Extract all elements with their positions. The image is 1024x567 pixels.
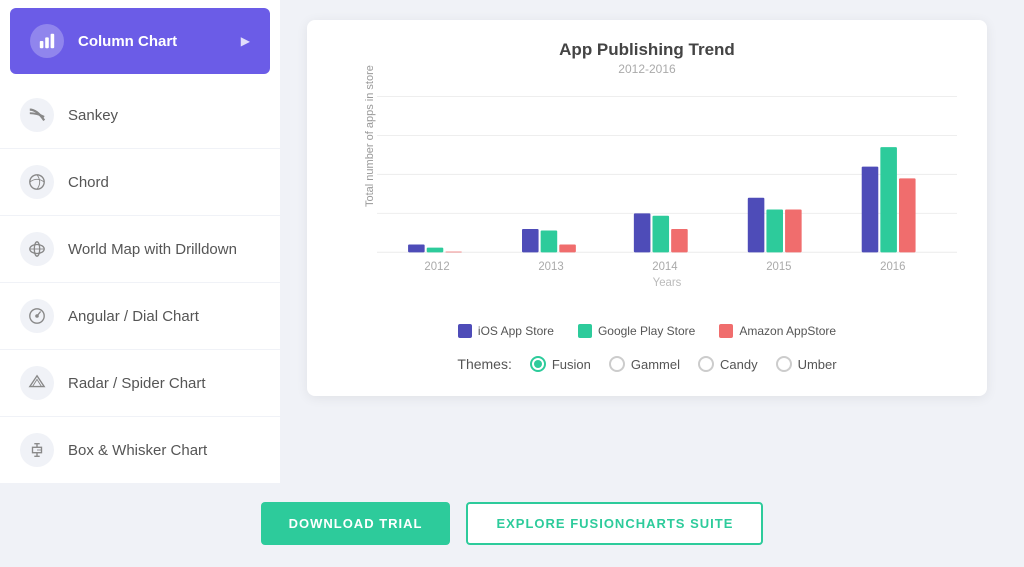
legend-label-amazon: Amazon AppStore xyxy=(739,324,836,338)
legend-google: Google Play Store xyxy=(578,324,695,338)
chart-inner: 2M 1.5M 1M 500K 0 xyxy=(377,86,957,286)
theme-umber[interactable]: Umber xyxy=(776,356,837,372)
theme-fusion-label: Fusion xyxy=(552,357,591,372)
themes-row: Themes: Fusion Gammel Candy xyxy=(337,356,957,372)
svg-text:2016: 2016 xyxy=(880,261,905,273)
sidebar: Column Chart ▶ Sankey Chord xyxy=(0,0,280,484)
bar-chart-icon xyxy=(30,24,64,58)
svg-text:Years: Years xyxy=(653,277,682,286)
sidebar-item-angular-dial-label: Angular / Dial Chart xyxy=(68,308,199,325)
theme-gammel-radio[interactable] xyxy=(609,356,625,372)
theme-fusion-radio[interactable] xyxy=(530,356,546,372)
radar-icon xyxy=(20,366,54,400)
svg-text:2013: 2013 xyxy=(538,261,563,273)
sidebar-item-chord[interactable]: Chord xyxy=(0,149,280,216)
theme-gammel-label: Gammel xyxy=(631,357,680,372)
sidebar-item-sankey-label: Sankey xyxy=(68,107,118,124)
theme-fusion[interactable]: Fusion xyxy=(530,356,591,372)
sidebar-item-radar[interactable]: Radar / Spider Chart xyxy=(0,350,280,417)
sidebar-item-angular-dial[interactable]: Angular / Dial Chart xyxy=(0,283,280,350)
legend-label-ios: iOS App Store xyxy=(478,324,554,338)
chord-icon xyxy=(20,165,54,199)
sidebar-item-column-chart[interactable]: Column Chart ▶ xyxy=(10,8,270,74)
legend-color-google xyxy=(578,324,592,338)
chart-card: App Publishing Trend 2012-2016 Total num… xyxy=(307,20,987,396)
sidebar-item-chord-label: Chord xyxy=(68,174,109,191)
legend-label-google: Google Play Store xyxy=(598,324,695,338)
dial-icon xyxy=(20,299,54,333)
map-icon xyxy=(20,232,54,266)
sidebar-item-world-map-label: World Map with Drilldown xyxy=(68,241,237,258)
sidebar-item-sankey[interactable]: Sankey xyxy=(0,82,280,149)
themes-label: Themes: xyxy=(457,356,511,372)
legend-ios: iOS App Store xyxy=(458,324,554,338)
svg-text:2015: 2015 xyxy=(766,261,791,273)
chevron-right-icon: ▶ xyxy=(241,34,250,48)
sidebar-item-box-whisker[interactable]: Box & Whisker Chart xyxy=(0,417,280,484)
sidebar-item-box-whisker-label: Box & Whisker Chart xyxy=(68,442,207,459)
bottom-buttons: DOWNLOAD TRIAL EXPLORE FUSIONCHARTS SUIT… xyxy=(0,484,1024,567)
theme-umber-radio[interactable] xyxy=(776,356,792,372)
sidebar-item-world-map[interactable]: World Map with Drilldown xyxy=(0,216,280,283)
content-area: App Publishing Trend 2012-2016 Total num… xyxy=(280,0,1024,484)
chart-svg: 2M 1.5M 1M 500K 0 xyxy=(377,86,957,286)
theme-candy-radio[interactable] xyxy=(698,356,714,372)
y-axis-label: Total number of apps in store xyxy=(364,65,376,207)
legend-amazon: Amazon AppStore xyxy=(719,324,836,338)
sidebar-item-column-chart-label: Column Chart xyxy=(78,33,177,50)
theme-gammel[interactable]: Gammel xyxy=(609,356,680,372)
svg-text:2012: 2012 xyxy=(424,261,449,273)
sankey-icon xyxy=(20,98,54,132)
chart-container: Total number of apps in store 2M 1.5M 1M xyxy=(337,86,957,316)
legend-color-amazon xyxy=(719,324,733,338)
sidebar-item-radar-label: Radar / Spider Chart xyxy=(68,375,206,392)
explore-fusioncharts-button[interactable]: EXPLORE FUSIONCHARTS SUITE xyxy=(466,502,763,545)
theme-candy[interactable]: Candy xyxy=(698,356,758,372)
svg-text:2014: 2014 xyxy=(652,261,678,273)
chart-legend: iOS App Store Google Play Store Amazon A… xyxy=(337,324,957,338)
chart-title: App Publishing Trend xyxy=(337,40,957,60)
theme-umber-label: Umber xyxy=(798,357,837,372)
legend-color-ios xyxy=(458,324,472,338)
box-icon xyxy=(20,433,54,467)
theme-candy-label: Candy xyxy=(720,357,758,372)
chart-subtitle: 2012-2016 xyxy=(337,62,957,76)
download-trial-button[interactable]: DOWNLOAD TRIAL xyxy=(261,502,451,545)
theme-fusion-radio-inner xyxy=(534,360,542,368)
